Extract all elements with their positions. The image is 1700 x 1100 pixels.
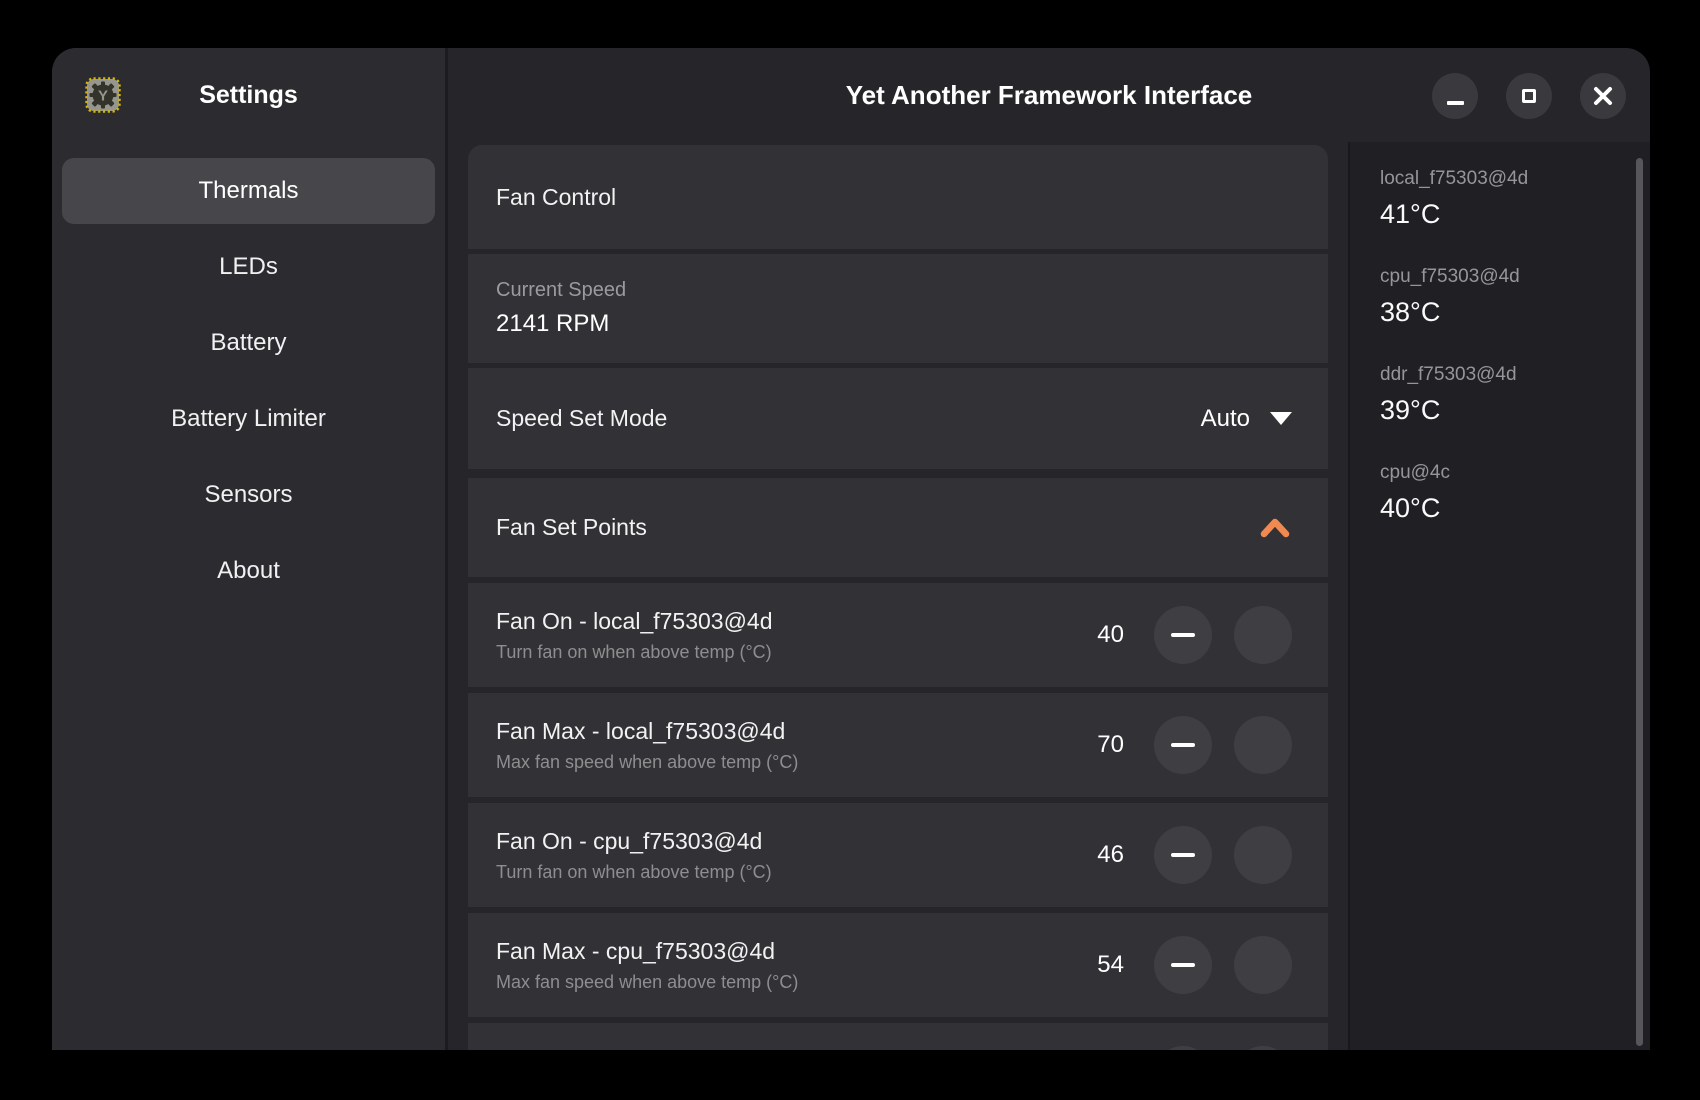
main-area: Yet Another Framework Interface Fan Cont… [448,48,1650,1050]
maximize-icon [1522,89,1536,103]
set-point-subtitle: Max fan speed when above temp (°C) [496,972,798,993]
sensor-item: cpu_f75303@4d 38°C [1380,266,1650,328]
set-point-value: 70 [1060,731,1124,759]
increment-button[interactable] [1234,1046,1292,1050]
set-point-text: Fan Max - local_f75303@4d Max fan speed … [496,718,798,773]
sensor-name: local_f75303@4d [1380,168,1650,190]
sensor-value: 40°C [1380,493,1650,524]
set-point-title: Fan Max - cpu_f75303@4d [496,938,798,965]
window-title: Yet Another Framework Interface [846,80,1253,111]
set-point-title: Fan On - cpu_f75303@4d [496,828,772,855]
current-speed-value: 2141 RPM [496,310,609,338]
current-speed-label: Current Speed [496,279,626,302]
set-point-value: 54 [1060,951,1124,979]
speed-mode-selected-value: Auto [1201,405,1250,433]
sidebar: Y Settings Thermals LEDs Battery Battery… [52,48,448,1050]
sensor-value: 39°C [1380,395,1650,426]
set-point-text: Fan On - cpu_f75303@4d Turn fan on when … [496,828,772,883]
minus-icon [1171,743,1195,748]
sensor-name: cpu@4c [1380,462,1650,484]
set-point-row: Fan On - local_f75303@4d Turn fan on whe… [468,583,1328,687]
sensor-panel: local_f75303@4d 41°C cpu_f75303@4d 38°C … [1348,142,1650,1050]
set-point-stepper [1154,606,1292,664]
set-point-title: Fan Max - local_f75303@4d [496,718,798,745]
sidebar-item-sensors[interactable]: Sensors [62,462,435,528]
sidebar-item-thermals[interactable]: Thermals [62,158,435,224]
set-point-subtitle: Max fan speed when above temp (°C) [496,752,798,773]
set-point-stepper [1154,716,1292,774]
increment-button[interactable] [1234,716,1292,774]
sidebar-header: Y Settings [52,48,445,142]
sidebar-nav: Thermals LEDs Battery Battery Limiter Se… [52,142,445,604]
set-point-subtitle: Turn fan on when above temp (°C) [496,862,772,883]
fan-set-points-label: Fan Set Points [496,514,647,541]
set-point-stepper [1154,826,1292,884]
set-point-row-partial: Fan On - ddr_f75303@4d Turn fan on when … [468,1023,1328,1050]
sensor-item: ddr_f75303@4d 39°C [1380,364,1650,426]
decrement-button[interactable] [1154,1046,1212,1050]
vertical-scrollbar[interactable] [1636,158,1643,1046]
set-point-title: Fan On - local_f75303@4d [496,608,773,635]
set-point-stepper [1154,1046,1292,1050]
speed-mode-dropdown[interactable]: Auto [1201,405,1292,433]
maximize-button[interactable] [1506,73,1552,119]
increment-button[interactable] [1234,826,1292,884]
minus-icon [1171,633,1195,638]
set-point-subtitle: Turn fan on when above temp (°C) [496,642,773,663]
decrement-button[interactable] [1154,716,1212,774]
sidebar-item-battery-limiter[interactable]: Battery Limiter [62,386,435,452]
fan-control-title: Fan Control [496,184,616,211]
close-button[interactable] [1580,73,1626,119]
chevron-down-icon [1270,412,1292,425]
fan-control-card: Fan Control Current Speed 2141 RPM Speed… [468,145,1328,1050]
decrement-button[interactable] [1154,606,1212,664]
set-point-title: Fan On - ddr_f75303@4d [496,1048,772,1051]
set-point-row: Fan Max - cpu_f75303@4d Max fan speed wh… [468,913,1328,1017]
set-point-row: Fan Max - local_f75303@4d Max fan speed … [468,693,1328,797]
sensor-name: ddr_f75303@4d [1380,364,1650,386]
set-point-row: Fan On - cpu_f75303@4d Turn fan on when … [468,803,1328,907]
speed-set-mode-label: Speed Set Mode [496,405,667,432]
current-speed-row: Current Speed 2141 RPM [468,254,1328,363]
sidebar-item-battery[interactable]: Battery [62,310,435,376]
set-point-value: 46 [1060,841,1124,869]
svg-text:Y: Y [98,88,108,105]
set-point-value: 40 [1060,621,1124,649]
set-point-text: Fan On - local_f75303@4d Turn fan on whe… [496,608,773,663]
sensor-item: local_f75303@4d 41°C [1380,168,1650,230]
sidebar-item-leds[interactable]: LEDs [62,234,435,300]
fan-set-points-row[interactable]: Fan Set Points [468,478,1328,577]
minus-icon [1171,963,1195,968]
chevron-up-icon [1258,517,1292,539]
sidebar-item-about[interactable]: About [62,538,435,604]
set-point-text: Fan Max - cpu_f75303@4d Max fan speed wh… [496,938,798,993]
decrement-button[interactable] [1154,936,1212,994]
increment-button[interactable] [1234,606,1292,664]
app-window: Y Settings Thermals LEDs Battery Battery… [52,48,1650,1050]
set-point-stepper [1154,936,1292,994]
settings-title: Settings [199,81,298,110]
app-gear-icon: Y [85,77,121,113]
minimize-icon [1447,101,1464,105]
speed-set-mode-row[interactable]: Speed Set Mode Auto [468,368,1328,469]
sensor-name: cpu_f75303@4d [1380,266,1650,288]
minus-icon [1171,853,1195,858]
sensor-value: 38°C [1380,297,1650,328]
set-point-text: Fan On - ddr_f75303@4d Turn fan on when … [496,1048,772,1051]
sensor-item: cpu@4c 40°C [1380,462,1650,524]
window-controls [1432,73,1626,119]
increment-button[interactable] [1234,936,1292,994]
decrement-button[interactable] [1154,826,1212,884]
fan-control-header-row: Fan Control [468,145,1328,249]
minimize-button[interactable] [1432,73,1478,119]
sensor-value: 41°C [1380,199,1650,230]
close-icon [1592,85,1614,107]
